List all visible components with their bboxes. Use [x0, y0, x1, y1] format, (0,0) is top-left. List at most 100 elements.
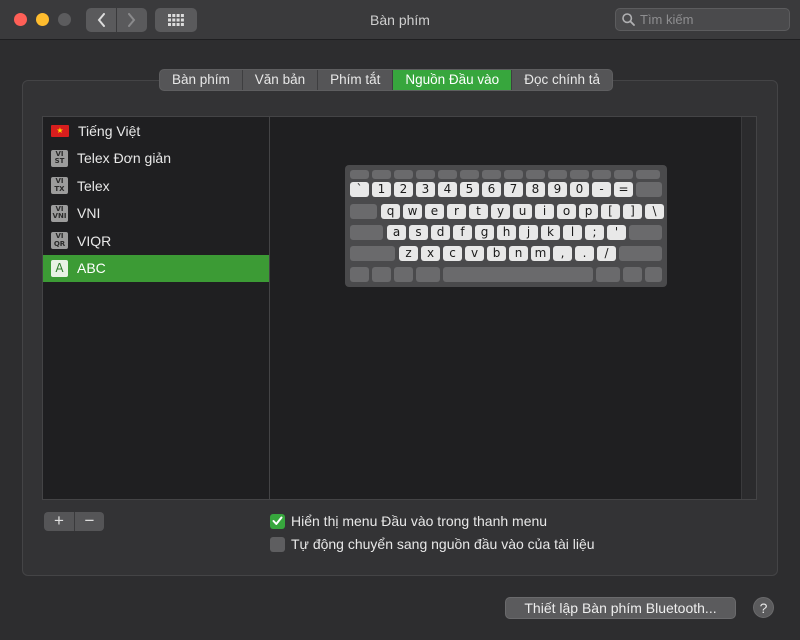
add-input-source-button[interactable]: + [44, 512, 74, 531]
key-/: / [597, 246, 616, 261]
key-3: 3 [416, 182, 435, 197]
grid-icon [168, 14, 184, 26]
key-i: i [535, 204, 554, 219]
tab-keyboard[interactable]: Bàn phím [160, 70, 242, 90]
forward-button[interactable] [116, 8, 146, 32]
search-input[interactable] [640, 12, 780, 27]
key-]: ] [623, 204, 642, 219]
key-h: h [497, 225, 516, 240]
modifier-key-1 [372, 267, 391, 282]
function-key [416, 170, 435, 179]
keyboard-layout-preview: ` 1 2 3 4 5 6 7 8 9 0- = q w e r t y u i o p[] \ a s d f g h j k l; ' z x c… [345, 165, 667, 287]
function-key [636, 170, 660, 179]
function-key [438, 170, 457, 179]
key-x: x [421, 246, 440, 261]
key-p: p [579, 204, 598, 219]
list-item-vni[interactable]: VI VNI VNI [43, 200, 269, 228]
navigation-buttons [86, 8, 147, 32]
key-': ' [607, 225, 626, 240]
list-item-label: Telex Đơn giản [77, 150, 172, 167]
auto-switch-checkbox[interactable] [270, 536, 285, 552]
key-2: 2 [394, 182, 413, 197]
telex-simple-icon: VI ST [51, 149, 68, 167]
key-;: ; [585, 225, 604, 240]
modifier-key-2 [394, 267, 413, 282]
auto-switch-option[interactable]: Tự động chuyển sang nguồn đầu vào của tà… [270, 536, 595, 552]
list-item-label: VNI [77, 205, 101, 222]
input-source-list[interactable]: ★ Tiếng Việt VI ST Telex Đơn giản VI TX Te… [42, 116, 270, 500]
checkmark-icon [272, 516, 283, 525]
key-r: r [447, 204, 466, 219]
key-[: [ [601, 204, 620, 219]
tab-text[interactable]: Văn bản [241, 70, 317, 90]
chevron-right-icon [128, 13, 136, 27]
zoom-window-button[interactable] [58, 13, 71, 26]
chevron-left-icon [97, 13, 105, 27]
function-key [350, 170, 369, 179]
modifier-key-0 [350, 267, 369, 282]
show-all-button[interactable] [155, 8, 197, 32]
key-a: a [387, 225, 406, 240]
setup-bluetooth-keyboard-button[interactable]: Thiết lập Bàn phím Bluetooth... [505, 597, 736, 619]
key-f: f [453, 225, 472, 240]
left-shift-key [350, 246, 395, 261]
back-button[interactable] [86, 8, 116, 32]
search-field[interactable] [615, 8, 790, 31]
key-8: 8 [526, 182, 545, 197]
close-window-button[interactable] [14, 13, 27, 26]
key-c: c [443, 246, 462, 261]
tab-shortcuts[interactable]: Phím tắt [317, 70, 392, 90]
function-key [526, 170, 545, 179]
modifier-key-3 [416, 267, 440, 282]
telex-icon: VI TX [51, 177, 68, 195]
help-button[interactable]: ? [753, 597, 774, 618]
tab-bar: Bàn phím Văn bản Phím tắt Nguồn Đầu vào … [159, 69, 613, 91]
modifier-key-4 [443, 267, 593, 282]
caps-lock-key [350, 225, 383, 240]
list-item-abc[interactable]: A ABC [43, 254, 269, 282]
function-key [570, 170, 589, 179]
modifier-key-6 [623, 267, 642, 282]
key-o: o [557, 204, 576, 219]
key-0: ` [350, 182, 369, 197]
key-m: m [531, 246, 550, 261]
key-d: d [431, 225, 450, 240]
function-key [372, 170, 391, 179]
key-12: = [614, 182, 633, 197]
function-key [548, 170, 567, 179]
key-g: g [475, 225, 494, 240]
key-t: t [469, 204, 488, 219]
remove-input-source-button[interactable]: − [74, 512, 104, 531]
minimize-window-button[interactable] [36, 13, 49, 26]
key-q: q [381, 204, 400, 219]
show-input-menu-option[interactable]: Hiển thị menu Đầu vào trong thanh menu [270, 513, 547, 529]
key-l: l [563, 225, 582, 240]
key-s: s [409, 225, 428, 240]
auto-switch-label: Tự động chuyển sang nguồn đầu vào của tà… [291, 536, 595, 552]
return-key [629, 225, 662, 240]
list-item-tieng-viet[interactable]: ★ Tiếng Việt [43, 117, 269, 145]
list-item-telex[interactable]: VI TX Telex [43, 172, 269, 200]
show-input-menu-label: Hiển thị menu Đầu vào trong thanh menu [291, 513, 548, 529]
list-item-label: Telex [77, 177, 110, 194]
tab-input-sources[interactable]: Nguồn Đầu vào [392, 70, 512, 90]
delete-key [636, 182, 662, 197]
add-remove-buttons: + − [44, 512, 104, 531]
modifier-key-5 [596, 267, 620, 282]
arrow-key [645, 267, 662, 282]
show-input-menu-checkbox[interactable] [270, 513, 285, 529]
list-item-label: ABC [77, 260, 106, 277]
tab-dictation[interactable]: Đọc chính tả [511, 70, 612, 90]
list-item-telex-simple[interactable]: VI ST Telex Đơn giản [43, 145, 269, 173]
function-key [614, 170, 633, 179]
key-7: 7 [504, 182, 523, 197]
key-k: k [541, 225, 560, 240]
key-e: e [425, 204, 444, 219]
list-item-viqr[interactable]: VI QR VIQR [43, 227, 269, 255]
key-9: 9 [548, 182, 567, 197]
key-\: \ [645, 204, 664, 219]
tab-key [350, 204, 377, 219]
preview-scrollbar[interactable] [741, 117, 756, 499]
right-shift-key [619, 246, 662, 261]
key-b: b [487, 246, 506, 261]
